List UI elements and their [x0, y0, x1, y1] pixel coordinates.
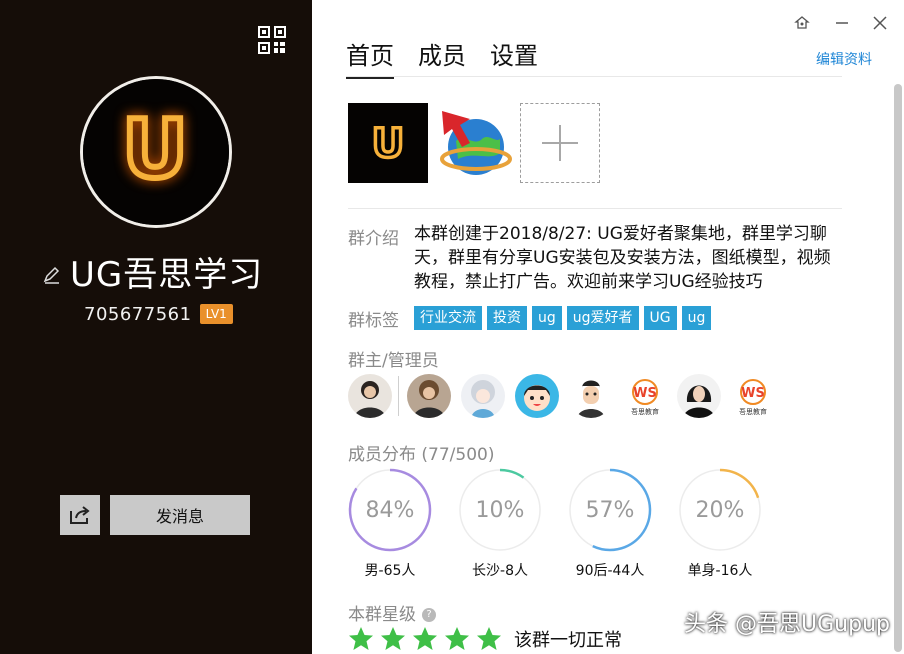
pin-icon[interactable] — [790, 12, 814, 34]
star-icon — [413, 627, 437, 650]
tag-item[interactable]: ug — [532, 306, 562, 330]
admin-list: WS 吾思教育 WS 吾思教育 — [348, 374, 785, 418]
section-divider — [348, 208, 842, 209]
stat-label: 单身-16人 — [687, 563, 753, 579]
add-photo-button[interactable] — [520, 103, 600, 183]
intro-text: 本群创建于2018/8/27: UG爱好者聚集地，群里学习聊天，群里有分享UG安… — [414, 224, 831, 292]
photo-logo-letter: U — [372, 121, 404, 167]
avatar-admin-ws-2[interactable]: WS 吾思教育 — [731, 374, 775, 418]
group-name: UG吾思学习 — [70, 254, 264, 295]
stat-ring: 20% — [678, 468, 762, 552]
ws-logo-subtext: 吾思教育 — [739, 407, 767, 416]
stat-ring: 84% — [348, 468, 432, 552]
intro-label: 群介绍 — [348, 229, 399, 249]
group-photos: U — [348, 103, 600, 183]
stat-label: 长沙-8人 — [472, 563, 528, 579]
avatar-owner[interactable] — [348, 374, 392, 418]
group-profile-sidebar: U UG吾思学习 705677561 LV1 发消息 — [0, 0, 312, 654]
qr-code-icon[interactable] — [258, 26, 286, 54]
stat-region[interactable]: 10% 长沙-8人 — [458, 468, 542, 580]
send-message-button[interactable]: 发消息 — [110, 495, 250, 535]
stat-label: 90后-44人 — [575, 563, 645, 579]
avatar-admin-2[interactable] — [461, 374, 505, 418]
tab-home[interactable]: 首页 — [346, 36, 394, 79]
avatar-admin-4[interactable] — [569, 374, 613, 418]
stat-percent: 57% — [585, 497, 635, 523]
stat-percent: 10% — [475, 497, 525, 523]
star-rating: 该群一切正常 — [348, 626, 622, 652]
group-photo-globe[interactable] — [434, 103, 514, 183]
scrollbar[interactable] — [894, 84, 902, 652]
tag-list: 行业交流 投资 ug ug爱好者 UG ug — [414, 306, 712, 330]
group-detail-panel: 首页 成员 设置 编辑资料 U 群介绍 本群创建于2018/8/27: UG爱好… — [312, 0, 904, 654]
admins-label: 群主/管理员 — [348, 351, 439, 371]
group-id: 705677561 — [84, 303, 192, 325]
tab-divider — [346, 76, 842, 77]
minimize-icon[interactable] — [830, 12, 854, 34]
help-icon[interactable]: ? — [422, 608, 436, 622]
tag-item[interactable]: UG — [643, 306, 677, 330]
tag-item[interactable]: ug — [681, 306, 712, 330]
tab-members[interactable]: 成员 — [418, 36, 466, 79]
edit-profile-link[interactable]: 编辑资料 — [816, 49, 872, 69]
stat-age[interactable]: 57% 90后-44人 — [568, 468, 652, 580]
star-icon — [349, 627, 373, 650]
star-icon — [477, 627, 501, 650]
star-icon — [381, 627, 405, 650]
stat-percent: 84% — [365, 497, 415, 523]
watermark: 头条 @吾思UGupup — [684, 612, 890, 637]
tag-item[interactable]: 行业交流 — [414, 306, 482, 330]
group-photo-logo[interactable]: U — [348, 103, 428, 183]
ws-logo-text: WS — [741, 386, 765, 401]
group-avatar[interactable]: U — [80, 76, 232, 228]
distribution-label: 成员分布 (77/500) — [348, 445, 495, 465]
share-icon — [70, 506, 90, 524]
avatar-admin-ws-1[interactable]: WS 吾思教育 — [623, 374, 667, 418]
tag-item[interactable]: ug爱好者 — [566, 306, 639, 330]
avatar-admin-5[interactable] — [677, 374, 721, 418]
plus-icon — [542, 125, 578, 161]
ws-logo-text: WS — [633, 386, 657, 401]
avatar-letter: U — [123, 103, 188, 196]
level-badge: LV1 — [199, 304, 233, 324]
stat-ring: 10% — [458, 468, 542, 552]
avatar-admin-1[interactable] — [407, 374, 451, 418]
ws-logo-subtext: 吾思教育 — [631, 407, 659, 416]
edit-name-icon[interactable] — [42, 265, 62, 285]
stat-gender[interactable]: 84% 男-65人 — [348, 468, 432, 580]
member-distribution: 84% 男-65人 10% 长沙-8人 57% 90后-44人 20% 单身-1… — [348, 468, 762, 580]
stars — [348, 626, 508, 652]
tags-label: 群标签 — [348, 311, 399, 331]
stat-single[interactable]: 20% 单身-16人 — [678, 468, 762, 580]
owner-divider — [398, 376, 399, 416]
tag-item[interactable]: 投资 — [487, 306, 527, 330]
rating-label-text: 本群星级 — [348, 605, 416, 625]
star-icon — [445, 627, 469, 650]
rating-status: 该群一切正常 — [514, 630, 622, 651]
avatar-admin-3[interactable] — [515, 374, 559, 418]
stat-percent: 20% — [695, 497, 745, 523]
rating-label: 本群星级? — [348, 600, 436, 625]
stat-label: 男-65人 — [364, 563, 416, 579]
tab-bar: 首页 成员 设置 — [346, 36, 538, 79]
tab-settings[interactable]: 设置 — [490, 36, 538, 79]
close-icon[interactable] — [868, 12, 892, 34]
stat-ring: 57% — [568, 468, 652, 552]
share-button[interactable] — [60, 495, 100, 535]
